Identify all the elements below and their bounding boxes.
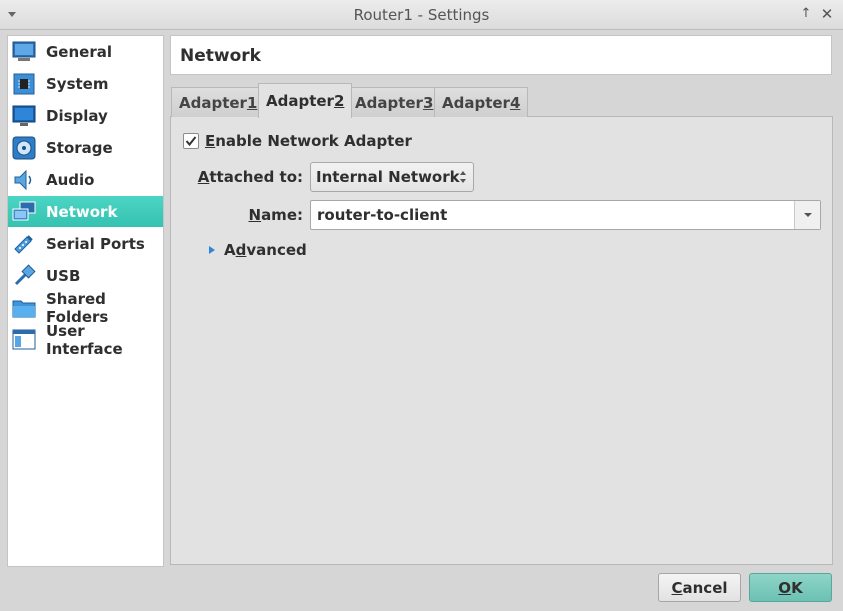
enable-network-adapter-checkbox[interactable] xyxy=(183,133,199,149)
sidebar-item-storage[interactable]: Storage xyxy=(8,132,163,163)
tab-adapter-3[interactable]: Adapter 3 xyxy=(347,87,442,117)
storage-icon xyxy=(12,136,36,160)
button-label: ancel xyxy=(682,578,728,597)
tab-label: Adapter xyxy=(355,93,423,112)
label-text: nable Network Adapter xyxy=(215,132,412,150)
sidebar-item-user-interface[interactable]: User Interface xyxy=(8,321,163,358)
tab-accel-key: 2 xyxy=(333,92,345,110)
enable-network-adapter-label: Enable Network Adapter xyxy=(205,132,412,150)
sidebar-item-label: Network xyxy=(46,202,118,221)
tab-accel-key: 1 xyxy=(246,93,258,112)
settings-sidebar: General System Display Storage Audio Net… xyxy=(7,35,164,567)
page-title: Network xyxy=(180,46,261,66)
general-icon xyxy=(12,40,36,64)
sidebar-item-serial-ports[interactable]: Serial Ports xyxy=(8,228,163,259)
sidebar-item-audio[interactable]: Audio xyxy=(8,164,163,195)
serial-ports-icon xyxy=(12,232,36,256)
sidebar-item-label: User Interface xyxy=(46,321,123,358)
label-text: ame: xyxy=(261,206,303,224)
accel-key: d xyxy=(235,241,247,259)
accel-key: C xyxy=(671,578,683,597)
user-interface-icon xyxy=(12,328,36,352)
advanced-label: Advanced xyxy=(224,241,307,259)
tab-accel-key: 4 xyxy=(509,93,521,112)
sidebar-item-label: System xyxy=(46,74,109,93)
sidebar-item-label: General xyxy=(46,42,112,61)
button-label: K xyxy=(791,578,803,597)
chevron-down-icon xyxy=(803,213,812,217)
label-text: vanced xyxy=(246,241,307,259)
accel-key: A xyxy=(197,168,210,186)
accel-key: N xyxy=(248,206,262,224)
sidebar-item-general[interactable]: General xyxy=(8,36,163,67)
sidebar-item-label: USB xyxy=(46,266,81,285)
sidebar-item-network[interactable]: Network xyxy=(8,196,163,227)
sidebar-item-system[interactable]: System xyxy=(8,68,163,99)
enable-network-adapter-row[interactable]: Enable Network Adapter xyxy=(183,132,412,150)
label-text: A xyxy=(224,241,236,259)
sidebar-item-display[interactable]: Display xyxy=(8,100,163,131)
label-text: ttached to: xyxy=(209,168,303,186)
name-dropdown-button[interactable] xyxy=(794,201,820,229)
sidebar-item-shared-folders[interactable]: Shared Folders xyxy=(8,289,163,326)
attached-to-select[interactable]: Internal Network xyxy=(310,162,474,192)
keep-above-button[interactable]: ↑ xyxy=(798,5,814,23)
network-name-value[interactable]: router-to-client xyxy=(317,206,447,224)
tab-adapter-2[interactable]: Adapter 2 xyxy=(258,83,353,118)
title-bar: Router1 - Settings ↑ ✕ xyxy=(0,0,843,30)
display-icon xyxy=(12,104,36,128)
checkmark-icon xyxy=(185,136,197,147)
tab-adapter-1[interactable]: Adapter 1 xyxy=(171,87,266,117)
tab-label: Adapter xyxy=(266,92,334,110)
close-button[interactable]: ✕ xyxy=(819,5,835,23)
sidebar-item-label: Serial Ports xyxy=(46,234,145,253)
sidebar-item-label: Storage xyxy=(46,138,113,157)
tab-accel-key: 3 xyxy=(422,93,434,112)
sidebar-item-label: Display xyxy=(46,106,108,125)
spin-arrows-icon xyxy=(460,171,466,183)
accel-key: E xyxy=(205,132,216,150)
name-label: Name: xyxy=(190,206,304,224)
sidebar-item-usb[interactable]: USB xyxy=(8,260,163,291)
attached-to-label: Attached to: xyxy=(190,168,303,186)
attached-to-value: Internal Network xyxy=(316,168,460,186)
page-header: Network xyxy=(170,35,832,75)
sidebar-item-label: Audio xyxy=(46,170,95,189)
system-icon xyxy=(12,72,36,96)
expand-arrow-icon xyxy=(209,246,215,254)
sidebar-item-label: Shared Folders xyxy=(46,289,109,326)
window-title: Router1 - Settings xyxy=(353,6,490,24)
accel-key: O xyxy=(778,578,792,597)
audio-icon xyxy=(12,168,36,192)
network-name-combobox[interactable]: router-to-client xyxy=(310,200,821,230)
tab-adapter-4[interactable]: Adapter 4 xyxy=(434,87,529,117)
cancel-button[interactable]: Cancel xyxy=(658,573,741,602)
advanced-expander[interactable]: Advanced xyxy=(208,241,307,259)
usb-icon xyxy=(12,263,36,288)
network-icon xyxy=(12,200,36,224)
tab-label: Adapter xyxy=(442,93,510,112)
tab-label: Adapter xyxy=(179,93,247,112)
ok-button[interactable]: OK xyxy=(749,573,832,602)
shared-folders-icon xyxy=(12,296,36,320)
